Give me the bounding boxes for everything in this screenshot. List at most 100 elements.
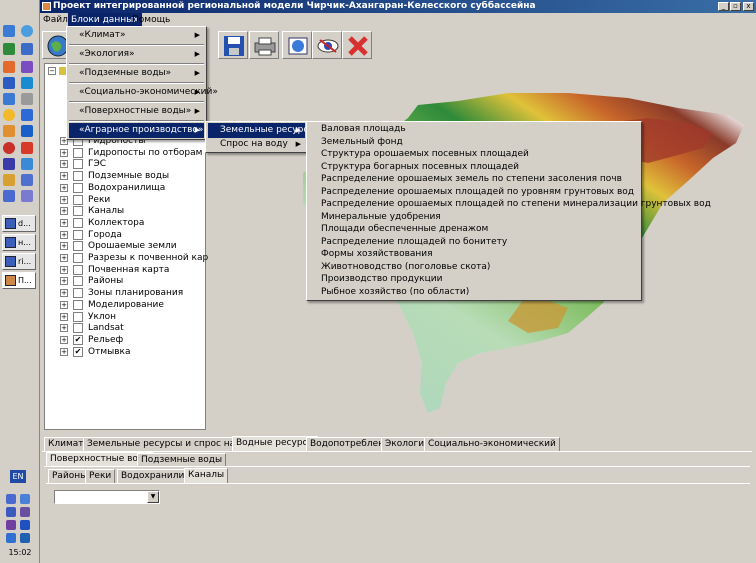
expand-toggle[interactable]: + [60, 160, 68, 169]
expand-toggle[interactable]: + [60, 148, 68, 157]
menu-item-surface-water[interactable]: «Поверхностные воды» ▶ [69, 104, 204, 119]
canal-select[interactable]: ▼ [54, 490, 160, 504]
layer-checkbox[interactable] [73, 299, 83, 310]
layer-checkbox[interactable] [73, 323, 83, 334]
tree-item[interactable]: + Города [45, 229, 205, 241]
expand-toggle[interactable]: + [60, 230, 68, 239]
tray-icon[interactable] [6, 494, 16, 504]
expand-toggle[interactable]: + [60, 195, 68, 204]
layer-checkbox[interactable] [73, 288, 83, 299]
menu-item-land-resources[interactable]: Земельные ресурсы ▶ [208, 123, 315, 138]
taskbar-item-active[interactable]: П... [2, 272, 36, 289]
menu-item-climate[interactable]: «Климат» ▶ [69, 28, 204, 43]
land-menu-item[interactable]: Рыбное хозяйство (по области) [309, 286, 639, 298]
minimize-button[interactable]: _ [718, 2, 729, 11]
app-icon[interactable] [3, 93, 15, 105]
app-icon[interactable] [3, 125, 15, 137]
menu-help[interactable]: Помощь [129, 13, 173, 27]
tray-icon[interactable] [20, 507, 30, 517]
menu-item-water-demand[interactable]: Спрос на воду ▶ [208, 137, 305, 152]
app-icon[interactable] [21, 93, 33, 105]
app-icon[interactable] [21, 61, 33, 73]
expand-toggle[interactable]: + [60, 207, 68, 216]
app-icon[interactable] [21, 125, 33, 137]
tree-item[interactable]: + Водохранилища [45, 182, 205, 194]
land-menu-item[interactable]: Распределение орошаемых земель по степен… [309, 173, 639, 185]
tree-item[interactable]: + Каналы [45, 205, 205, 217]
tab-rivers[interactable]: Реки [85, 469, 116, 483]
powerpoint-icon[interactable] [3, 61, 15, 73]
expand-toggle[interactable]: + [60, 254, 68, 262]
land-menu-item[interactable]: Земельный фонд [309, 136, 639, 148]
view-button[interactable] [312, 31, 342, 59]
tray-icon[interactable] [20, 533, 30, 543]
layer-checkbox[interactable] [73, 276, 83, 287]
tree-item[interactable]: + Уклон [45, 311, 205, 323]
expand-toggle[interactable]: + [60, 242, 68, 251]
expand-toggle[interactable]: + [60, 335, 68, 344]
tab-canals[interactable]: Каналы [184, 468, 229, 484]
tree-item[interactable]: + Районы [45, 275, 205, 287]
web-button[interactable] [282, 31, 312, 59]
land-menu-item[interactable]: Производство продукции [309, 273, 639, 285]
app-icon[interactable] [21, 142, 33, 154]
land-menu-item[interactable]: Площади обеспеченные дренажом [309, 223, 639, 235]
app-icon[interactable] [21, 158, 33, 170]
tree-item[interactable]: + Подземные воды [45, 170, 205, 182]
app-icon[interactable] [21, 174, 33, 186]
collapse-toggle[interactable]: − [48, 67, 56, 75]
menu-item-agriculture[interactable]: «Аграрное производство» ▶ [69, 123, 204, 138]
land-menu-item[interactable]: Распределение площадей по бонитету [309, 236, 639, 248]
app-icon[interactable] [3, 190, 15, 202]
layer-checkbox[interactable] [73, 311, 83, 322]
expand-toggle[interactable]: + [60, 300, 68, 309]
menu-item-ecology[interactable]: «Экология» ▶ [69, 47, 204, 62]
excel-icon[interactable] [3, 43, 15, 55]
layer-checkbox[interactable] [73, 159, 83, 170]
tray-icon[interactable] [6, 507, 16, 517]
print-button[interactable] [249, 31, 279, 59]
menu-item-groundwater[interactable]: «Подземные воды» ▶ [69, 66, 204, 81]
folder-icon[interactable] [21, 43, 33, 55]
app-icon[interactable] [21, 109, 33, 121]
tree-item[interactable]: + Моделирование [45, 299, 205, 311]
layer-checkbox[interactable] [73, 206, 83, 217]
tray-icon[interactable] [20, 520, 30, 530]
app-icon[interactable] [3, 158, 15, 170]
tree-item[interactable]: + ✔ Отмывка [45, 346, 205, 358]
tree-item[interactable]: + Разрезы к почвенной карте [45, 252, 219, 264]
tree-item[interactable]: + ГЭС [45, 158, 205, 170]
land-menu-item[interactable]: Минеральные удобрения [309, 211, 639, 223]
browser-icon[interactable] [21, 25, 33, 37]
land-menu-item[interactable]: Структура богарных посевных площадей [309, 161, 639, 173]
app-icon[interactable] [3, 142, 15, 154]
layer-checkbox[interactable]: ✔ [73, 346, 83, 357]
tree-item[interactable]: + Зоны планирования [45, 287, 205, 299]
layer-checkbox[interactable] [73, 182, 83, 193]
land-menu-item[interactable]: Распределение орошаемых площадей по уров… [309, 186, 639, 198]
tab-ground-water[interactable]: Подземные воды [137, 453, 227, 467]
tray-icon[interactable] [6, 533, 16, 543]
quicklaunch-icon[interactable] [3, 25, 15, 37]
tree-item[interactable]: + Landsat [45, 322, 205, 334]
land-menu-item[interactable]: Валовая площадь [309, 123, 639, 135]
app-icon[interactable] [3, 109, 15, 121]
expand-toggle[interactable]: + [60, 172, 68, 181]
expand-toggle[interactable]: + [60, 218, 68, 227]
layer-checkbox[interactable] [73, 147, 83, 158]
layer-checkbox[interactable]: ✔ [73, 334, 83, 345]
expand-toggle[interactable]: + [60, 324, 68, 333]
app-icon[interactable] [3, 174, 15, 186]
expand-toggle[interactable]: + [60, 347, 68, 356]
layer-checkbox[interactable] [73, 229, 83, 240]
tree-item[interactable]: + ✔ Рельеф [45, 334, 205, 346]
land-menu-item[interactable]: Структура орошаемых посевных площадей [309, 148, 639, 160]
menu-file[interactable]: Файл [40, 13, 71, 27]
layer-checkbox[interactable] [73, 264, 83, 275]
word-icon[interactable] [3, 77, 15, 89]
menu-item-socio-economic[interactable]: «Социально-экономический» ▶ [69, 85, 218, 100]
land-menu-item[interactable]: Животноводство (поголовье скота) [309, 261, 639, 273]
chevron-down-icon[interactable]: ▼ [147, 491, 159, 503]
tree-item[interactable]: + Орошаемые земли [45, 240, 205, 252]
tray-icon[interactable] [6, 520, 16, 530]
